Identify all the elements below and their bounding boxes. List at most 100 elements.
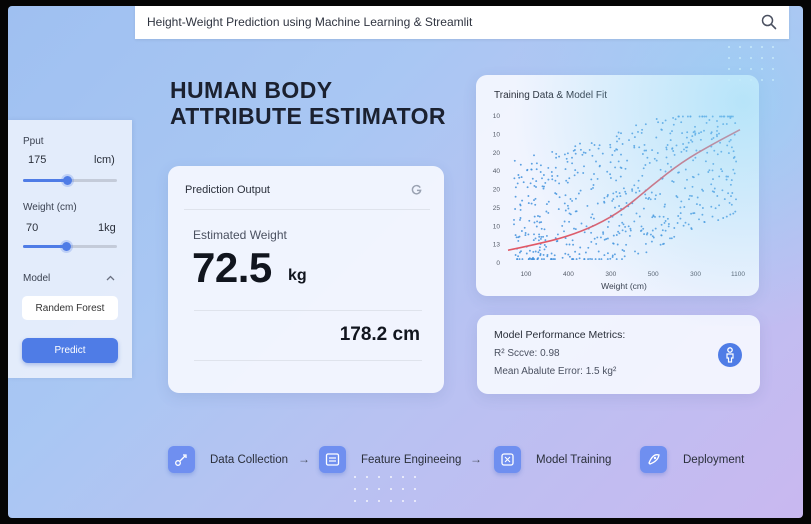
scatter-point (732, 212, 735, 215)
pipeline-step-model-training[interactable]: Model Training (494, 446, 611, 473)
scatter-point (514, 254, 517, 256)
scatter-point (546, 253, 549, 256)
scatter-point (616, 243, 619, 246)
scatter-point (544, 181, 547, 184)
scatter-point (545, 234, 548, 237)
scatter-point (701, 213, 704, 216)
scatter-point (663, 221, 666, 224)
scatter-point (527, 233, 530, 236)
search-icon[interactable] (761, 14, 777, 30)
scatter-point (595, 160, 597, 163)
height-value: 175 (28, 154, 47, 166)
scatter-point (646, 156, 649, 159)
model-select[interactable]: Randem Forest (22, 296, 118, 320)
weight-slider-handle[interactable] (61, 242, 71, 251)
weight-slider[interactable] (23, 242, 117, 251)
scatter-point (621, 221, 624, 224)
sidebar: Pput 175 lcm) Weight (cm) 70 1kg Model R… (8, 120, 132, 378)
scatter-point (711, 215, 714, 218)
scatter-point (708, 169, 711, 172)
scatter-point (695, 149, 698, 152)
scatter-point (558, 182, 561, 185)
scatter-point (598, 165, 601, 168)
metrics-card: Model Performance Metrics: R² Sccve: 0.9… (477, 315, 760, 394)
scatter-point (621, 143, 624, 145)
scatter-point (659, 168, 662, 171)
scatter-point (539, 237, 542, 240)
scatter-point (695, 203, 698, 206)
pipeline-step-deployment[interactable]: Deployment (640, 446, 744, 473)
scatter-point (569, 198, 572, 200)
scatter-point (545, 245, 548, 248)
pipeline-step-data-collection[interactable]: Data Collection (168, 446, 288, 473)
scatter-point (574, 210, 577, 213)
scatter-point (527, 195, 530, 197)
scatter-point (669, 132, 672, 135)
scatter-point (645, 233, 648, 236)
scatter-point (732, 168, 735, 171)
scatter-point (667, 223, 670, 225)
scatter-point (648, 161, 651, 164)
person-icon[interactable] (718, 343, 742, 367)
scatter-point (645, 251, 648, 254)
scatter-point (534, 197, 537, 200)
x-tick-label: 400 (563, 271, 574, 278)
decorative-dot (761, 46, 763, 48)
decorative-dot (378, 488, 380, 490)
scatter-point (614, 166, 617, 169)
scatter-point (631, 132, 634, 135)
scatter-point (710, 183, 713, 186)
scatter-point (712, 162, 715, 165)
scatter-point (655, 159, 658, 162)
scatter-point (614, 206, 616, 209)
scatter-point (627, 225, 630, 228)
scatter-point (624, 225, 627, 228)
scatter-point (702, 189, 705, 192)
scatter-point (543, 185, 545, 188)
scatter-point (518, 258, 521, 261)
scatter-point (537, 251, 540, 254)
height-slider-handle[interactable] (62, 176, 72, 185)
pipeline-step-label: Data Collection (210, 453, 288, 466)
scatter-point (593, 237, 596, 240)
scatter-point (730, 115, 733, 118)
scatter-point (597, 250, 600, 253)
chevron-up-icon[interactable] (106, 275, 115, 281)
scatter-point (732, 150, 735, 153)
scatter-point (642, 167, 645, 170)
y-tick-label: 20 (493, 150, 501, 157)
data-collection-icon (168, 446, 195, 473)
refresh-icon[interactable] (411, 184, 422, 195)
scatter-point (513, 223, 515, 226)
scatter-point (687, 223, 690, 226)
scatter-point (638, 190, 641, 192)
scatter-point (685, 136, 688, 139)
weight-unit: 1kg (98, 222, 116, 234)
scatter-point (710, 132, 713, 135)
scatter-point (555, 156, 558, 159)
scatter-point (690, 228, 693, 231)
scatter-point (521, 258, 524, 261)
x-axis-label: Weight (cm) (601, 281, 647, 291)
scatter-point (671, 130, 673, 133)
scatter-point (537, 257, 540, 260)
pipeline-step-feature-engineering[interactable]: Feature Engineeing (319, 446, 461, 473)
scatter-point (519, 203, 522, 206)
scatter-point (613, 253, 616, 256)
scatter-point (718, 175, 721, 178)
scatter-point (666, 217, 669, 220)
height-slider[interactable] (23, 176, 117, 185)
app-screen: Height-Weight Prediction using Machine L… (8, 6, 803, 518)
scatter-point (685, 149, 688, 152)
scatter-point (537, 215, 539, 217)
scatter-point (637, 130, 639, 133)
model-label: Model (23, 273, 51, 284)
y-tick-label: 13 (493, 242, 501, 249)
scatter-point (637, 252, 640, 255)
scatter-point (526, 186, 529, 189)
scatter-point (591, 258, 593, 261)
scatter-point (612, 192, 615, 195)
predict-button[interactable]: Predict (22, 338, 118, 363)
scatter-point (664, 203, 666, 206)
scatter-point (735, 160, 738, 163)
